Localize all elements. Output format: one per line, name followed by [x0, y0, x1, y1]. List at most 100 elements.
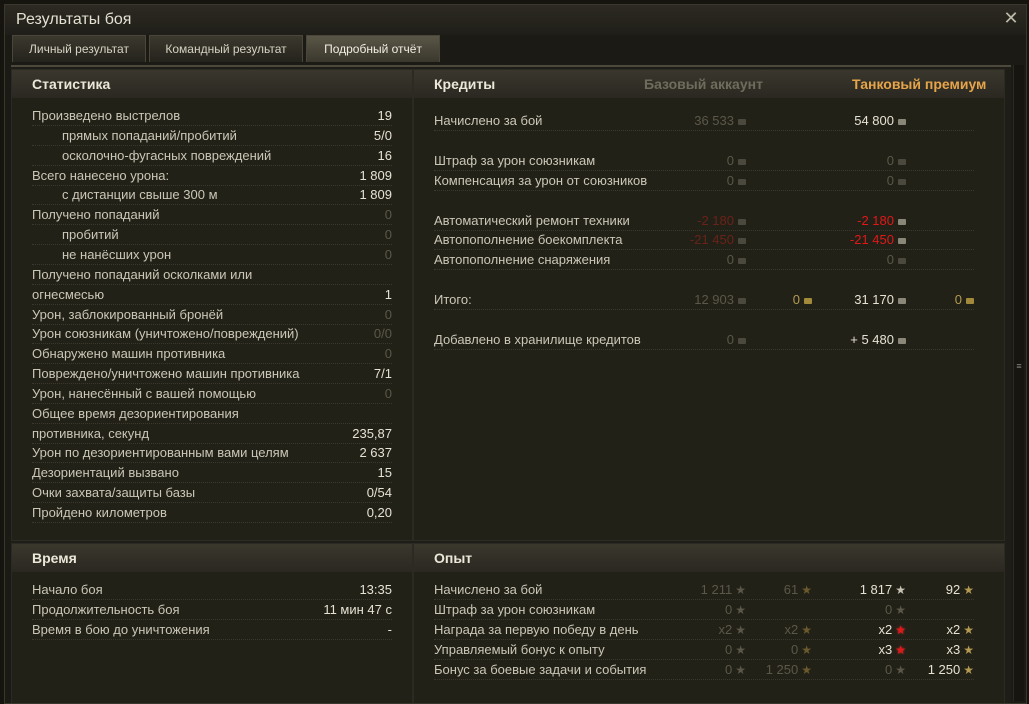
- stat-row: Пройдено километров 0,20: [32, 503, 392, 523]
- star-icon: ★: [801, 643, 812, 657]
- exp-amount: 1 250: [927, 662, 961, 677]
- exp-amount: 61: [783, 582, 799, 597]
- star-icon: ★: [963, 663, 974, 677]
- credit-prem-value: -21 450: [850, 230, 906, 250]
- exp-row: Бонус за боевые задачи и события 0 ★ 1 250 ★…: [434, 660, 994, 680]
- stat-row: Урон, нанесённый с вашей помощью 0: [32, 384, 392, 404]
- credit-base-value: 36 533: [694, 111, 746, 131]
- stat-row: огнесмесью 1: [32, 285, 392, 305]
- credit-prem-amount: -21 450: [849, 232, 894, 247]
- credit-prem-value: 0: [887, 171, 906, 191]
- time-panel: Время Начало боя 13:35 Продолжительность б…: [11, 543, 413, 703]
- exp-value: x3 ★: [879, 640, 907, 660]
- tab-detailed[interactable]: Подробный отчёт: [306, 35, 440, 62]
- credit-prem-amount: 0: [886, 252, 894, 267]
- credit-coin-icon: [738, 297, 746, 304]
- stat-value: 7/1: [373, 366, 392, 382]
- credit-base-value: -2 180: [697, 211, 746, 231]
- exp-title: Опыт: [434, 550, 473, 566]
- stat-label: противника, секунд: [32, 425, 150, 441]
- stat-row: Общее время дезориентирования: [32, 404, 392, 424]
- time-label: Время в бою до уничтожения: [32, 622, 210, 637]
- exp-label: Бонус за боевые задачи и события: [434, 662, 647, 677]
- stat-label: Получено попаданий осколками или: [32, 266, 253, 282]
- exp-value: x3 ★: [947, 640, 975, 660]
- stat-label: не нанёсших урон: [62, 246, 172, 262]
- exp-row: Управляемый бонус к опыту 0 ★ 0 ★ x3 ★ x3 ★: [434, 640, 994, 660]
- stat-value: 235,87: [352, 425, 392, 441]
- star-icon: ★: [735, 623, 746, 637]
- exp-value: 0 ★: [791, 640, 812, 660]
- credit-coin-icon: [898, 158, 906, 165]
- credit-base-gold-amount: 0: [792, 292, 800, 307]
- stat-value: 16: [377, 147, 392, 163]
- credit-row: Итого: 12 903 0 31 170 0: [434, 290, 994, 310]
- credit-coin-icon: [738, 218, 746, 225]
- star-icon: ★: [895, 643, 906, 657]
- scrollbar[interactable]: ≡: [1013, 65, 1024, 701]
- star-icon: ★: [801, 623, 812, 637]
- stat-row: Всего нанесено урона: 1 809: [32, 166, 392, 186]
- star-icon: ★: [801, 583, 812, 597]
- stat-value: 1: [384, 286, 392, 302]
- exp-amount: x3: [946, 642, 961, 657]
- star-icon: ★: [963, 623, 974, 637]
- exp-amount: 0: [725, 662, 733, 677]
- credit-row: Автопополнение боекомплекта -21 450 -21 45…: [434, 230, 994, 250]
- credit-prem-value: + 5 480: [850, 330, 906, 350]
- exp-row: Награда за первую победу в день x2 ★ x2 ★ x2 ★…: [434, 620, 994, 640]
- stat-label: Повреждено/уничтожено машин противника: [32, 366, 300, 382]
- exp-amount: 0: [885, 662, 893, 677]
- stat-value: 0: [384, 385, 392, 401]
- stat-value: 0/54: [366, 485, 392, 501]
- time-value: -: [387, 622, 392, 637]
- credit-base-amount: 0: [726, 252, 734, 267]
- exp-value: 1 211 ★: [701, 580, 746, 600]
- credit-base-value: 0: [727, 250, 746, 270]
- credit-label: Штраф за урон союзникам: [434, 153, 596, 168]
- close-icon[interactable]: ✕: [1002, 9, 1020, 27]
- credit-prem-value: 0: [887, 151, 906, 171]
- stat-row: Получено попаданий осколками или: [32, 265, 392, 285]
- tab-team[interactable]: Командный результат: [149, 35, 303, 62]
- stat-label: Урон по дезориентированным вами целям: [32, 445, 289, 461]
- exp-value: 61 ★: [784, 580, 812, 600]
- stat-value: 0: [384, 207, 392, 223]
- credit-coin-icon: [738, 237, 746, 244]
- stats-panel: Статистика Произведено выстрелов 19 прямых…: [11, 69, 413, 541]
- exp-label: Награда за первую победу в день: [434, 622, 639, 637]
- stat-label: осколочно-фугасных повреждений: [62, 147, 272, 163]
- row-divider: [434, 309, 974, 310]
- stat-row: противника, секунд 235,87: [32, 424, 392, 444]
- credit-prem-amount: 54 800: [854, 113, 894, 128]
- stat-label: Общее время дезориентирования: [32, 405, 239, 421]
- tab-personal[interactable]: Личный результат: [12, 35, 146, 62]
- exp-amount: x2: [946, 622, 961, 637]
- stat-row: Урон союзникам (уничтожено/повреждений) 0…: [32, 324, 392, 344]
- stat-label: Очки захвата/защиты базы: [32, 485, 196, 501]
- credit-coin-icon: [738, 337, 746, 344]
- credit-base-amount: 0: [726, 153, 734, 168]
- credit-coin-icon: [738, 118, 746, 125]
- scroll-grip-icon[interactable]: ≡: [1015, 362, 1023, 375]
- exp-amount: x2: [784, 622, 799, 637]
- credit-prem-gold-amount: 0: [954, 292, 962, 307]
- gold-coin-icon: [966, 297, 974, 304]
- exp-value: x2 ★: [785, 620, 813, 640]
- exp-value: 0 ★: [725, 660, 746, 680]
- stat-value: 0: [384, 306, 392, 322]
- exp-value: 0 ★: [885, 660, 906, 680]
- credit-prem-value: 54 800: [854, 111, 906, 131]
- exp-amount: x2: [718, 622, 733, 637]
- stats-title: Статистика: [32, 76, 111, 92]
- star-icon: ★: [735, 663, 746, 677]
- credit-base-amount: 36 533: [694, 113, 734, 128]
- credit-prem-amount: 31 170: [854, 292, 894, 307]
- exp-value: 0 ★: [725, 600, 746, 620]
- exp-amount: 0: [791, 642, 799, 657]
- credit-prem-amount: -2 180: [857, 213, 894, 228]
- time-value: 13:35: [359, 582, 392, 597]
- stat-value: 19: [377, 108, 392, 123]
- stat-label: Всего нанесено урона:: [32, 167, 170, 183]
- star-icon: ★: [895, 663, 906, 677]
